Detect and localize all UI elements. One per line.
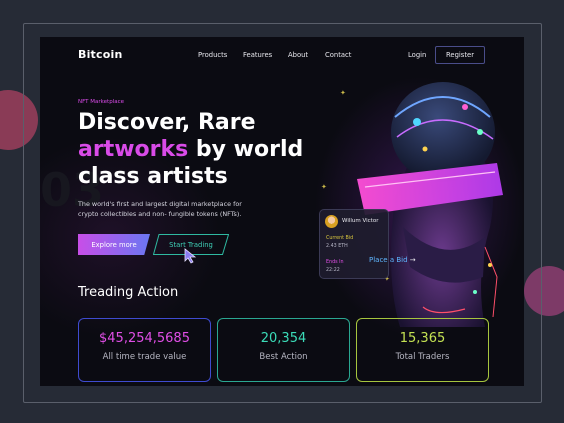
stat-value: $45,254,5685	[99, 331, 190, 346]
stat-value: 15,365	[399, 331, 446, 346]
stat-card-trade-value: $45,254,5685 All time trade value	[78, 318, 211, 382]
stat-card-total-traders: 15,365 Total Traders	[356, 318, 489, 382]
arrow-right-icon: →	[409, 256, 416, 264]
stat-label: Total Traders	[395, 352, 450, 362]
brand-logo[interactable]: Bitcoin	[78, 48, 123, 61]
nav-link-features[interactable]: Features	[243, 51, 272, 59]
ends-in-value: 22:22	[326, 268, 340, 273]
section-title: Treading Action	[78, 285, 179, 300]
ends-in-label: Ends In	[326, 260, 344, 265]
login-link[interactable]: Login	[408, 51, 426, 59]
stat-card-best-action: 20,354 Best Action	[217, 318, 350, 382]
nav-link-products[interactable]: Products	[198, 51, 227, 59]
avatar	[325, 215, 338, 228]
landing-page: Bitcoin Products Features About Contact …	[40, 37, 524, 386]
bidder-name: Willum Victor	[342, 218, 379, 224]
explore-more-button[interactable]: Explore more	[78, 234, 150, 255]
headline-accent: artworks	[78, 137, 189, 162]
place-bid-link[interactable]: Place a Bid →	[369, 256, 416, 264]
stat-value: 20,354	[260, 331, 307, 346]
hero-eyebrow: NFT Marketplace	[78, 99, 124, 105]
sparkle-icon: ✦	[340, 89, 346, 97]
stat-label: All time trade value	[102, 352, 187, 362]
nft-artwork-cyber-head	[357, 82, 503, 327]
bid-card: Willum Victor Current Bid 2.43 ETH Ends …	[319, 209, 389, 279]
register-button[interactable]: Register	[435, 46, 485, 64]
nav-link-contact[interactable]: Contact	[325, 51, 351, 59]
current-bid-value: 2.43 ETH	[326, 244, 348, 249]
stat-label: Best Action	[259, 352, 308, 362]
current-bid-label: Current Bid	[326, 236, 354, 241]
place-bid-label: Place a Bid	[369, 256, 408, 264]
sparkle-icon: ✦	[321, 183, 327, 191]
headline-part-1: Discover, Rare	[78, 110, 256, 135]
nav-link-about[interactable]: About	[288, 51, 308, 59]
hero-description: The world's first and largest digital ma…	[78, 200, 242, 218]
cursor-icon	[184, 248, 197, 264]
hero-headline: Discover, Rare artworks by world class a…	[78, 109, 328, 190]
